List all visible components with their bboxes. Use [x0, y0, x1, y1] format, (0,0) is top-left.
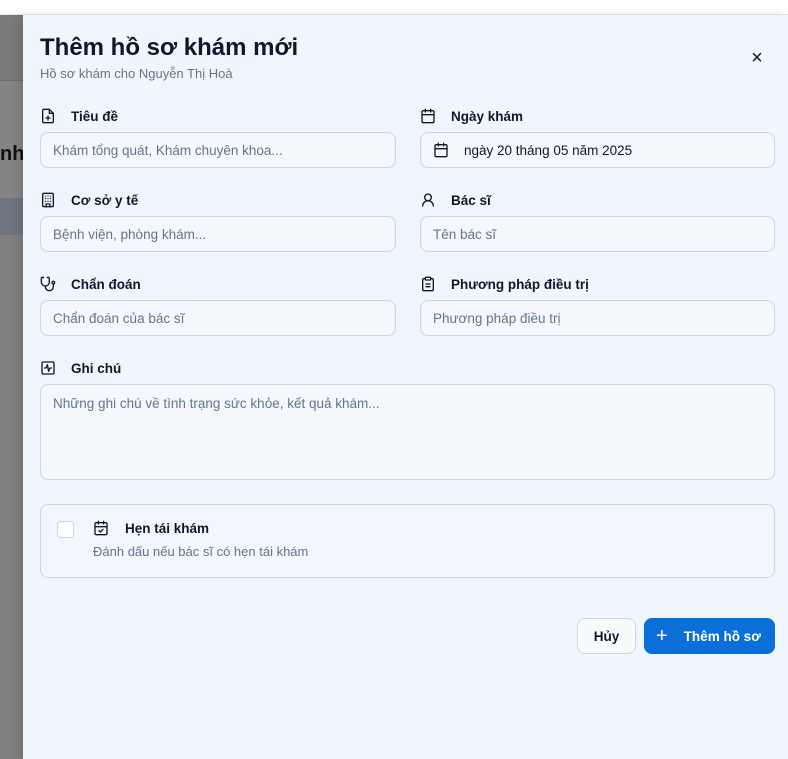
close-button[interactable]: ×: [745, 46, 769, 70]
doctor-field-label: Bác sĩ: [420, 192, 491, 208]
facility-label-text: Cơ sở y tế: [71, 192, 139, 208]
facility-input[interactable]: [40, 216, 396, 252]
date-label-text: Ngày khám: [451, 108, 524, 124]
cancel-button[interactable]: Hủy: [577, 618, 636, 654]
notes-label-text: Ghi chú: [71, 360, 122, 376]
add-record-sheet: Thêm hồ sơ khám mới Hồ sơ khám cho Nguyễ…: [23, 15, 788, 759]
doctor-input[interactable]: [420, 216, 775, 252]
activity-square-icon: [40, 360, 56, 376]
file-plus-icon: [40, 108, 56, 124]
stethoscope-icon: [40, 276, 56, 292]
treatment-input[interactable]: [420, 300, 775, 336]
add-record-button[interactable]: + Thêm hồ sơ: [644, 618, 775, 654]
diagnosis-label-text: Chẩn đoán: [71, 276, 141, 292]
backdrop-header: [0, 0, 788, 15]
followup-title: Hẹn tái khám: [93, 520, 209, 536]
plus-icon: +: [656, 625, 668, 647]
date-field-label: Ngày khám: [420, 108, 523, 124]
title-field-label: Tiêu đề: [40, 108, 118, 124]
add-record-label: Thêm hồ sơ: [683, 628, 761, 644]
backdrop-heading-fragment: nh: [0, 143, 25, 165]
followup-checkbox[interactable]: [57, 521, 74, 538]
treatment-label-text: Phương pháp điều trị: [451, 276, 589, 292]
diagnosis-field-label: Chẩn đoán: [40, 276, 141, 292]
doctor-label-text: Bác sĩ: [451, 192, 491, 208]
diagnosis-input[interactable]: [40, 300, 396, 336]
followup-label: Hẹn tái khám: [125, 520, 210, 536]
backdrop-strip: [0, 198, 23, 235]
date-picker-button[interactable]: ngày 20 tháng 05 năm 2025: [420, 132, 775, 168]
date-value: ngày 20 tháng 05 năm 2025: [464, 142, 633, 158]
calendar-icon: [433, 142, 449, 158]
building-icon: [40, 192, 56, 208]
facility-field-label: Cơ sở y tế: [40, 192, 138, 208]
calendar-icon: [420, 108, 436, 124]
clipboard-icon: [420, 276, 436, 292]
title-input[interactable]: [40, 132, 396, 168]
treatment-field-label: Phương pháp điều trị: [420, 276, 589, 292]
backdrop-band: [0, 15, 23, 80]
title-label-text: Tiêu đề: [71, 108, 119, 124]
calendar-check-icon: [93, 520, 109, 536]
followup-card: Hẹn tái khám Đánh dấu nếu bác sĩ có hẹn …: [40, 504, 775, 578]
dialog-title: Thêm hồ sơ khám mới: [40, 34, 299, 61]
user-icon: [420, 192, 436, 208]
notes-field-label: Ghi chú: [40, 360, 121, 376]
notes-textarea[interactable]: [40, 384, 775, 480]
dialog-subtitle: Hồ sơ khám cho Nguyễn Thị Hoà: [40, 66, 233, 81]
followup-description: Đánh dấu nếu bác sĩ có hẹn tái khám: [93, 544, 309, 559]
